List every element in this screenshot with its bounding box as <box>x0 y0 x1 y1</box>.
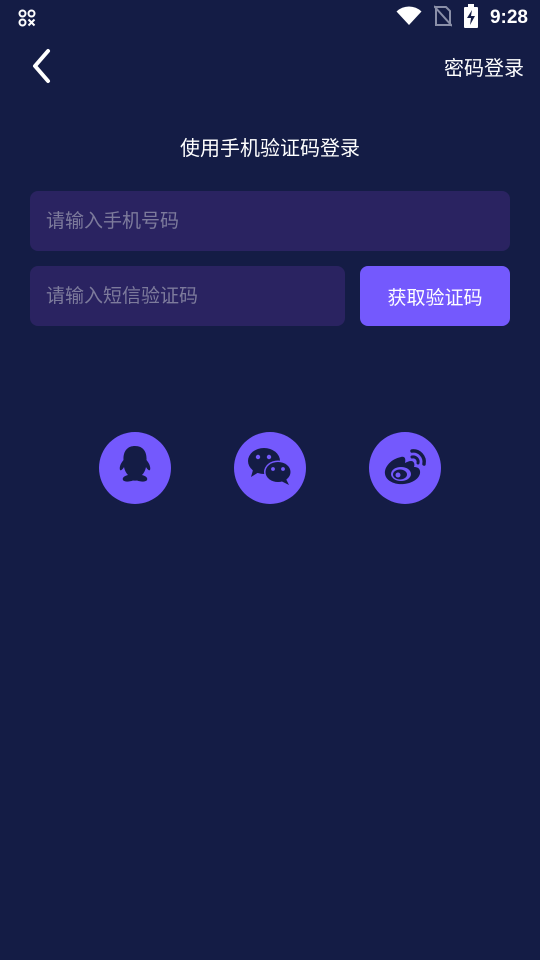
password-login-link[interactable]: 密码登录 <box>444 52 524 81</box>
qq-icon <box>115 444 155 492</box>
page-title: 使用手机验证码登录 <box>180 136 360 160</box>
battery-charging-icon <box>463 4 478 32</box>
phone-input[interactable] <box>46 191 494 251</box>
wifi-icon <box>396 6 422 30</box>
weibo-icon <box>381 445 429 491</box>
verification-code-field[interactable] <box>30 266 345 326</box>
get-code-button[interactable]: 获取验证码 <box>360 266 510 326</box>
weibo-login-button[interactable] <box>369 432 441 504</box>
status-bar: 9:28 <box>0 0 540 36</box>
status-time: 9:28 <box>489 7 528 28</box>
phone-field[interactable] <box>30 191 510 251</box>
app-notification-icon <box>18 9 36 27</box>
wechat-login-button[interactable] <box>234 432 306 504</box>
chevron-left-icon <box>30 48 54 88</box>
back-button[interactable] <box>24 48 60 88</box>
no-sim-icon <box>433 5 453 31</box>
wechat-icon <box>246 445 294 491</box>
qq-login-button[interactable] <box>99 432 171 504</box>
verification-code-input[interactable] <box>46 266 329 326</box>
